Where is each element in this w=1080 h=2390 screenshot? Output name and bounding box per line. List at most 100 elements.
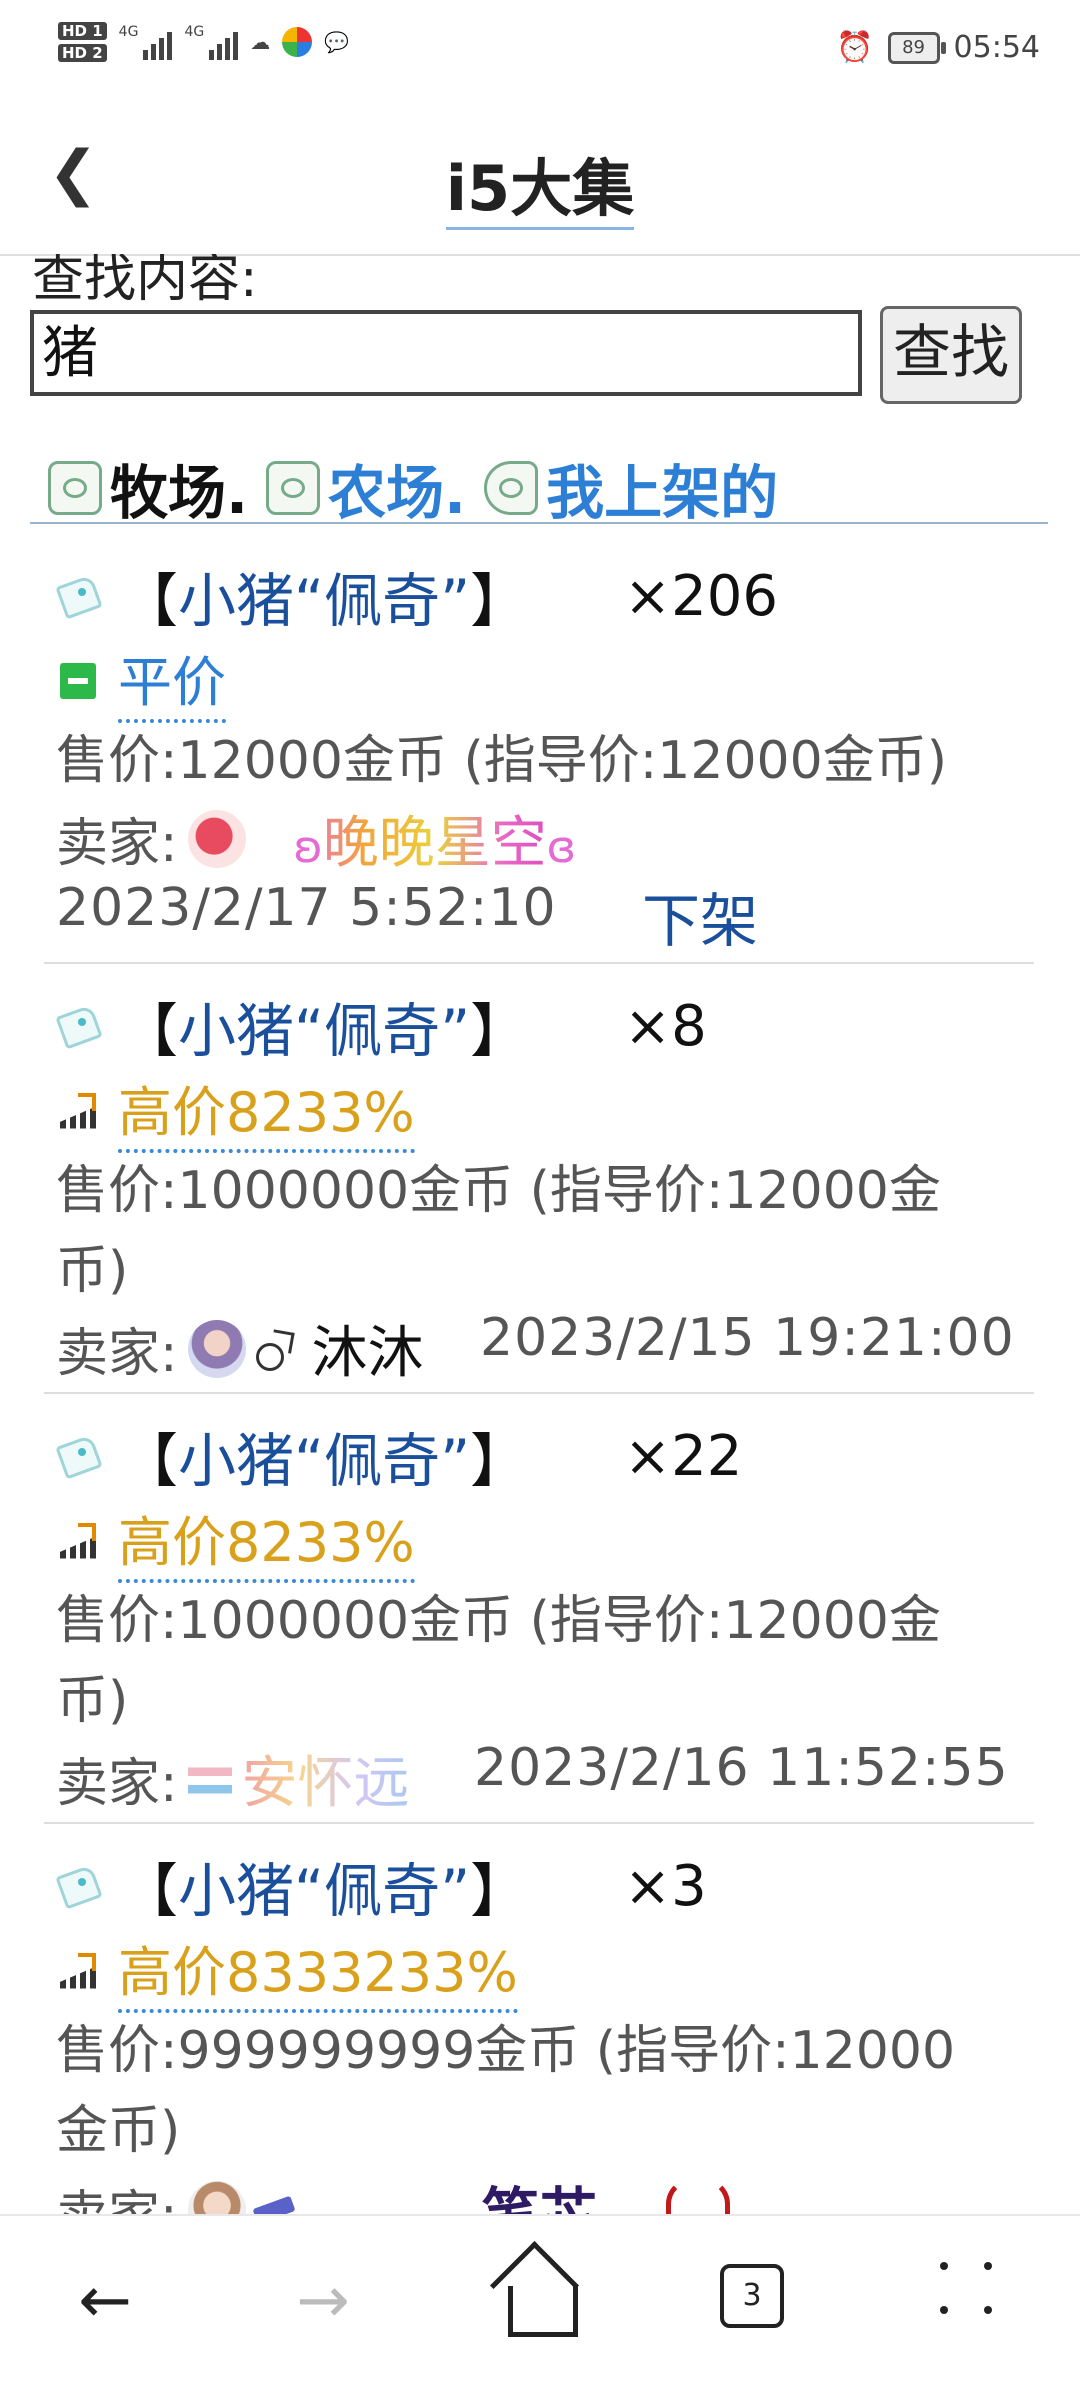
app-header: ❮ i5大集 <box>0 110 1080 256</box>
seller-row: 卖家: 安怀远 <box>56 1738 410 1819</box>
dot-icon <box>984 2306 992 2314</box>
divider <box>44 962 1034 964</box>
alarm-icon: ⏰ <box>836 30 874 65</box>
listing-name-row[interactable]: 【 小猪“佩奇” 】 ×3 <box>56 1844 707 1928</box>
pen-icon <box>252 2190 292 2214</box>
price-tag[interactable]: 高价8333233% <box>60 1928 518 2013</box>
browser-bottom-bar: ← → 3 <box>0 2214 1080 2390</box>
net1-label: 4G <box>118 24 139 40</box>
seller-name-text: 晚晚星空 <box>322 811 547 876</box>
price-tag[interactable]: 高价8233% <box>60 1498 415 1583</box>
bracket-close: 】 <box>470 997 529 1065</box>
seller-label: 卖家: <box>56 1754 178 1814</box>
farm-icon <box>266 461 321 515</box>
battery-icon: 89 <box>887 31 946 64</box>
seller-label: 卖家: <box>56 814 178 874</box>
seller-label: 卖家: <box>56 2173 178 2215</box>
heart-icon <box>665 2178 730 2214</box>
dot-icon <box>940 2262 948 2270</box>
category-tabs: 牧场. 农场. 我上架的 <box>48 446 796 530</box>
listing-time: 2023/2/16 11:52:55 <box>474 1738 1009 1798</box>
listing-qty: ×22 <box>624 1423 743 1489</box>
search-input[interactable]: 猪 <box>30 310 862 396</box>
listing-qty: ×8 <box>624 993 707 1059</box>
tab-my-listings-label: 我上架的 <box>546 459 779 527</box>
dot-icon <box>940 2306 948 2314</box>
avatar[interactable] <box>187 1319 246 1378</box>
listing-time: 2023/2/17 5:52:10 <box>56 878 557 938</box>
arrow-left-icon: ← <box>78 2264 132 2338</box>
page-content: 查找内容: 猪 查找 牧场. 农场. 我上架的 【 小猪“佩奇” 】 ×206 … <box>0 254 1080 2214</box>
search-label: 查找内容: <box>32 254 258 309</box>
listing-name: 小猪“佩奇” <box>178 567 471 635</box>
avatar[interactable] <box>187 1749 232 1808</box>
seller-name[interactable]: 沐沐 <box>312 1308 424 1389</box>
seller-label: 卖家: <box>56 1324 178 1384</box>
listing-name-row[interactable]: 【 小猪“佩奇” 】 ×8 <box>56 984 707 1068</box>
tab-ranch[interactable]: 牧场. <box>48 446 248 530</box>
flat-price-icon <box>60 662 96 699</box>
bracket-open: 【 <box>120 1857 179 1925</box>
hd2-badge: HD 2 <box>58 44 107 62</box>
tab-farm[interactable]: 农场. <box>266 446 466 530</box>
price-line-cont: 金币) <box>56 2101 181 2161</box>
listing-name-row[interactable]: 【 小猪“佩奇” 】 ×206 <box>56 554 778 638</box>
home-button[interactable] <box>490 2246 590 2346</box>
price-tag-label: 高价8233% <box>118 1498 415 1583</box>
price-tag-label: 平价 <box>118 638 226 723</box>
bracket-open: 【 <box>120 1427 179 1495</box>
search-button[interactable]: 查找 <box>880 306 1022 404</box>
divider <box>44 1822 1034 1824</box>
listing-name: 小猪“佩奇” <box>178 997 471 1065</box>
seller-name[interactable]: ʚ晚晚星空ɞ <box>294 798 576 879</box>
tag-icon <box>56 1866 102 1906</box>
trend-up-icon <box>60 1092 96 1129</box>
bracket-open: 【 <box>120 567 179 635</box>
seller-row: 卖家: 笔芯. <box>56 2168 730 2214</box>
trend-up-icon <box>60 1952 96 1989</box>
tabs-button[interactable]: 3 <box>720 2264 784 2328</box>
swirl-right-icon: ɞ <box>546 822 576 873</box>
bracket-close: 】 <box>470 1427 529 1495</box>
price-line: 售价:999999999金币 (指导价:12000 <box>56 2021 956 2081</box>
seller-row: 卖家: 沐沐 <box>56 1308 424 1389</box>
tab-farm-label: 农场. <box>328 459 467 527</box>
bracket-close: 】 <box>470 1857 529 1925</box>
tab-ranch-label: 牧场. <box>110 459 249 527</box>
status-right: ⏰ 89 05:54 <box>836 30 1040 65</box>
unshelf-button[interactable]: 下架 <box>642 874 758 958</box>
signal-icon: 4G <box>119 24 173 60</box>
seller-name[interactable]: 笔芯. <box>482 2168 620 2214</box>
page-title: i5大集 <box>0 138 1080 230</box>
net2-label: 4G <box>184 24 205 40</box>
bracket-close: 】 <box>470 567 529 635</box>
hd-indicator: HD 1 HD 2 <box>58 22 107 62</box>
browser-icon <box>282 27 313 57</box>
page-title-text: i5大集 <box>445 152 635 230</box>
more-menu-button[interactable] <box>940 2262 1000 2322</box>
avatar[interactable] <box>187 2181 246 2214</box>
status-bar: HD 1 HD 2 4G 4G ☁ 💬 ⏰ 89 05:54 <box>0 0 1080 110</box>
back-nav-button[interactable]: ← <box>60 2256 150 2346</box>
seller-row: 卖家: ʚ晚晚星空ɞ <box>56 798 576 879</box>
listing-qty: ×206 <box>624 563 778 629</box>
signal-icon-2: 4G <box>184 24 239 60</box>
home-icon <box>508 2286 578 2337</box>
avatar[interactable] <box>187 809 246 868</box>
hd1-badge: HD 1 <box>58 22 107 40</box>
comet-icon <box>252 1329 292 1371</box>
seller-name[interactable]: 安怀远 <box>242 1738 410 1819</box>
price-line-cont: 币) <box>56 1671 129 1731</box>
price-tag-label: 高价8233% <box>118 1068 415 1153</box>
status-left: HD 1 HD 2 4G 4G ☁ 💬 <box>58 22 349 62</box>
trend-up-icon <box>60 1522 96 1559</box>
tab-my-listings[interactable]: 我上架的 <box>484 446 778 530</box>
price-tag[interactable]: 高价8233% <box>60 1068 415 1153</box>
listing-name-row[interactable]: 【 小猪“佩奇” 】 ×22 <box>56 1414 742 1498</box>
forward-nav-button[interactable]: → <box>278 2256 368 2346</box>
listing-time: 2023/2/15 19:21:00 <box>480 1308 1015 1368</box>
price-line: 售价:12000金币 (指导价:12000金币) <box>56 731 947 791</box>
price-tag[interactable]: 平价 <box>60 638 226 723</box>
barn-icon <box>48 461 102 515</box>
cart-icon <box>484 461 539 515</box>
